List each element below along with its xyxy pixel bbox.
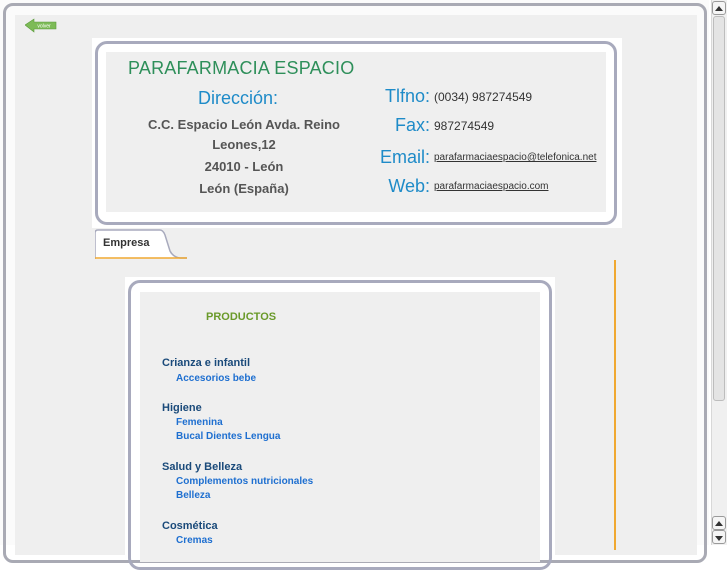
item-bucal[interactable]: Bucal Dientes Lengua [176, 431, 280, 442]
company-name: PARAFARMACIA ESPACIO [128, 58, 355, 78]
item-complementos[interactable]: Complementos nutricionales [176, 476, 313, 487]
content-border-right [614, 260, 616, 550]
back-label: volver [37, 24, 51, 30]
arrow-down-icon [715, 536, 723, 541]
item-femenina[interactable]: Femenina [176, 417, 223, 428]
arrow-up-icon [715, 6, 723, 11]
web-link[interactable]: parafarmaciaespacio.com [434, 181, 549, 192]
address-line-2: Leones,12 [212, 137, 276, 152]
fax-label: Fax: [394, 115, 430, 135]
scroll-down-button[interactable] [712, 530, 726, 544]
address-title: Dirección: [198, 88, 279, 108]
scroll-up-button[interactable] [712, 1, 726, 15]
category-cosmetica[interactable]: Cosmética [162, 520, 218, 532]
fax-value: 987274549 [434, 119, 495, 133]
email-link[interactable]: parafarmaciaespacio@telefonica.net [434, 152, 596, 163]
category-higiene[interactable]: Higiene [162, 402, 202, 414]
tab-empresa-label: Empresa [103, 237, 150, 249]
scroll-up-button-lower[interactable] [712, 516, 726, 530]
phone-value: (0034) 987274549 [434, 90, 533, 104]
address-line-3: 24010 - León [204, 159, 284, 174]
category-salud-belleza[interactable]: Salud y Belleza [162, 461, 242, 473]
address-line-1: C.C. Espacio León Avda. Reino [148, 117, 340, 132]
products-title: PRODUCTOS [206, 311, 277, 323]
category-crianza[interactable]: Crianza e infantil [162, 357, 250, 369]
email-label: Email: [379, 147, 430, 167]
web-label: Web: [388, 176, 430, 196]
address-line-4: León (España) [199, 181, 289, 196]
item-cremas[interactable]: Cremas [176, 535, 213, 546]
item-accesorios-bebe[interactable]: Accesorios bebe [176, 373, 256, 384]
back-button[interactable]: volver [25, 18, 57, 33]
item-belleza[interactable]: Belleza [176, 490, 210, 501]
phone-label: Tlfno: [384, 86, 430, 106]
scrollbar-thumb[interactable] [713, 16, 725, 401]
arrow-up-icon-lower [715, 521, 723, 526]
